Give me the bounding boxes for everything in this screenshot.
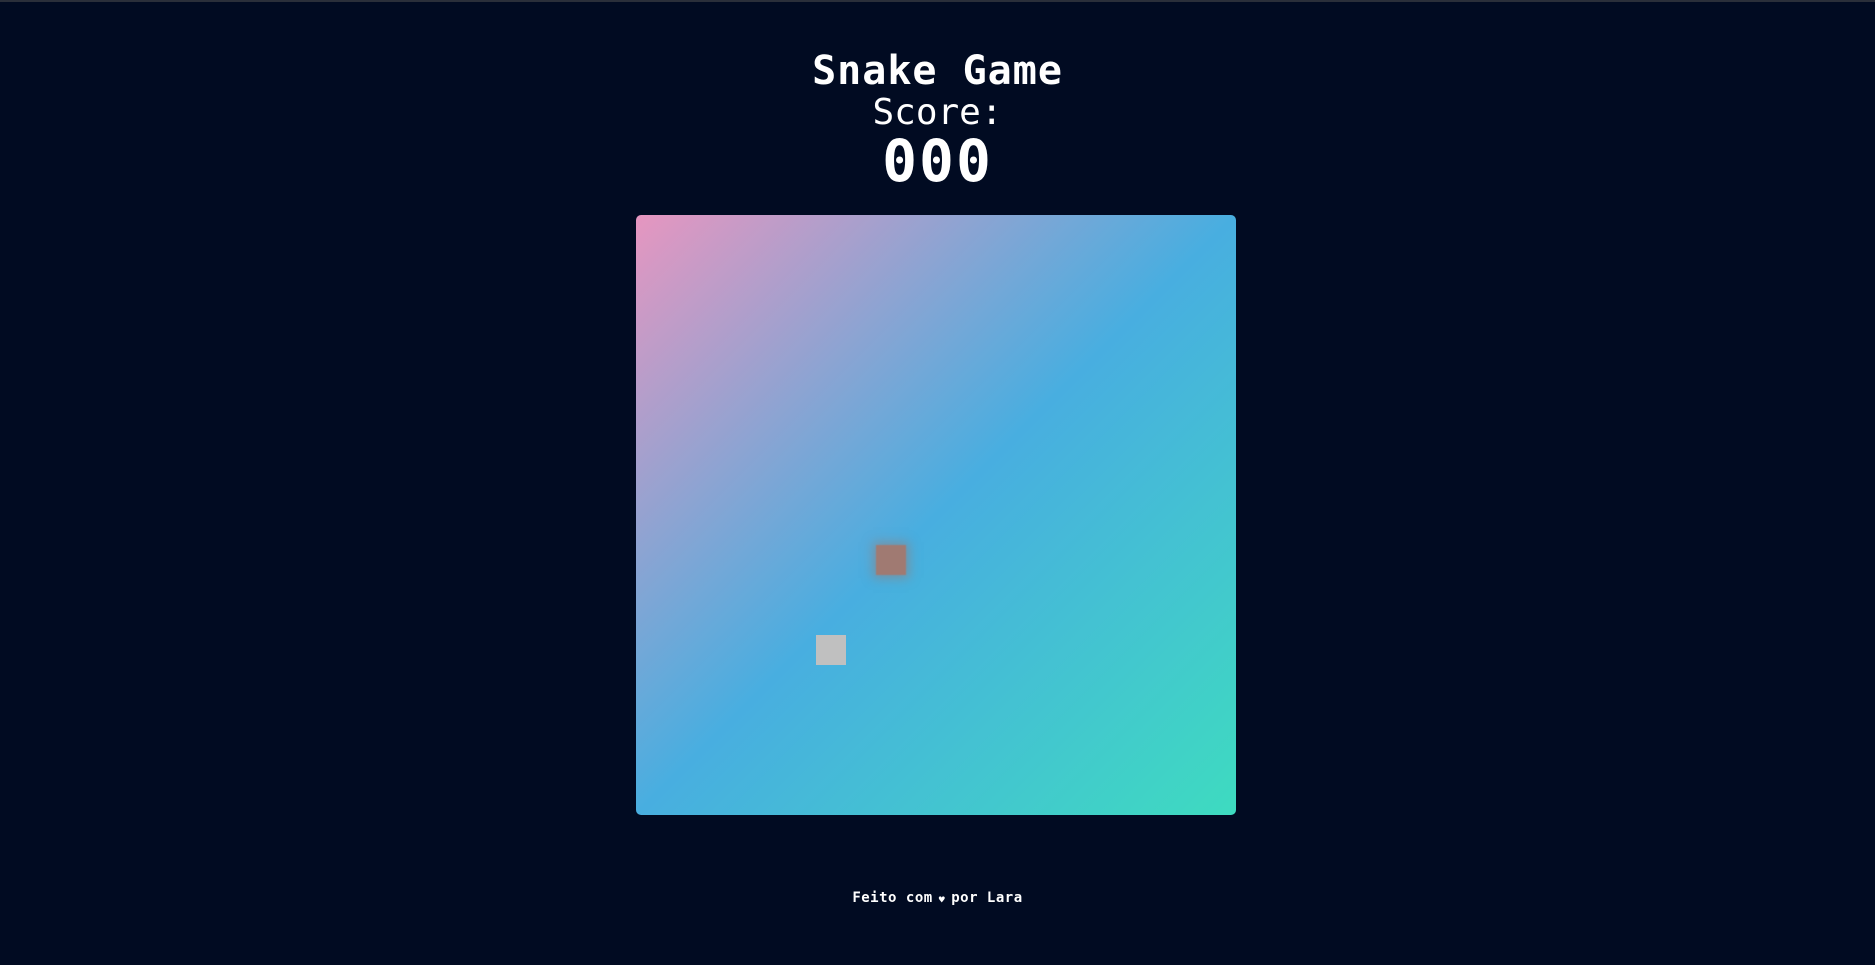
heart-icon: ♥ [938, 895, 946, 906]
page-title: Snake Game [812, 48, 1063, 94]
food [876, 545, 906, 575]
footer: Feito com ♥ por Lara [0, 890, 1875, 906]
snake-head [816, 635, 846, 665]
window-top-border [0, 0, 1875, 2]
footer-author: por Lara [951, 890, 1023, 906]
footer-made-with: Feito com [852, 890, 933, 906]
score-value: 000 [882, 127, 993, 195]
game-board[interactable] [636, 215, 1236, 815]
game-header: Snake Game Score: 000 [0, 48, 1875, 190]
